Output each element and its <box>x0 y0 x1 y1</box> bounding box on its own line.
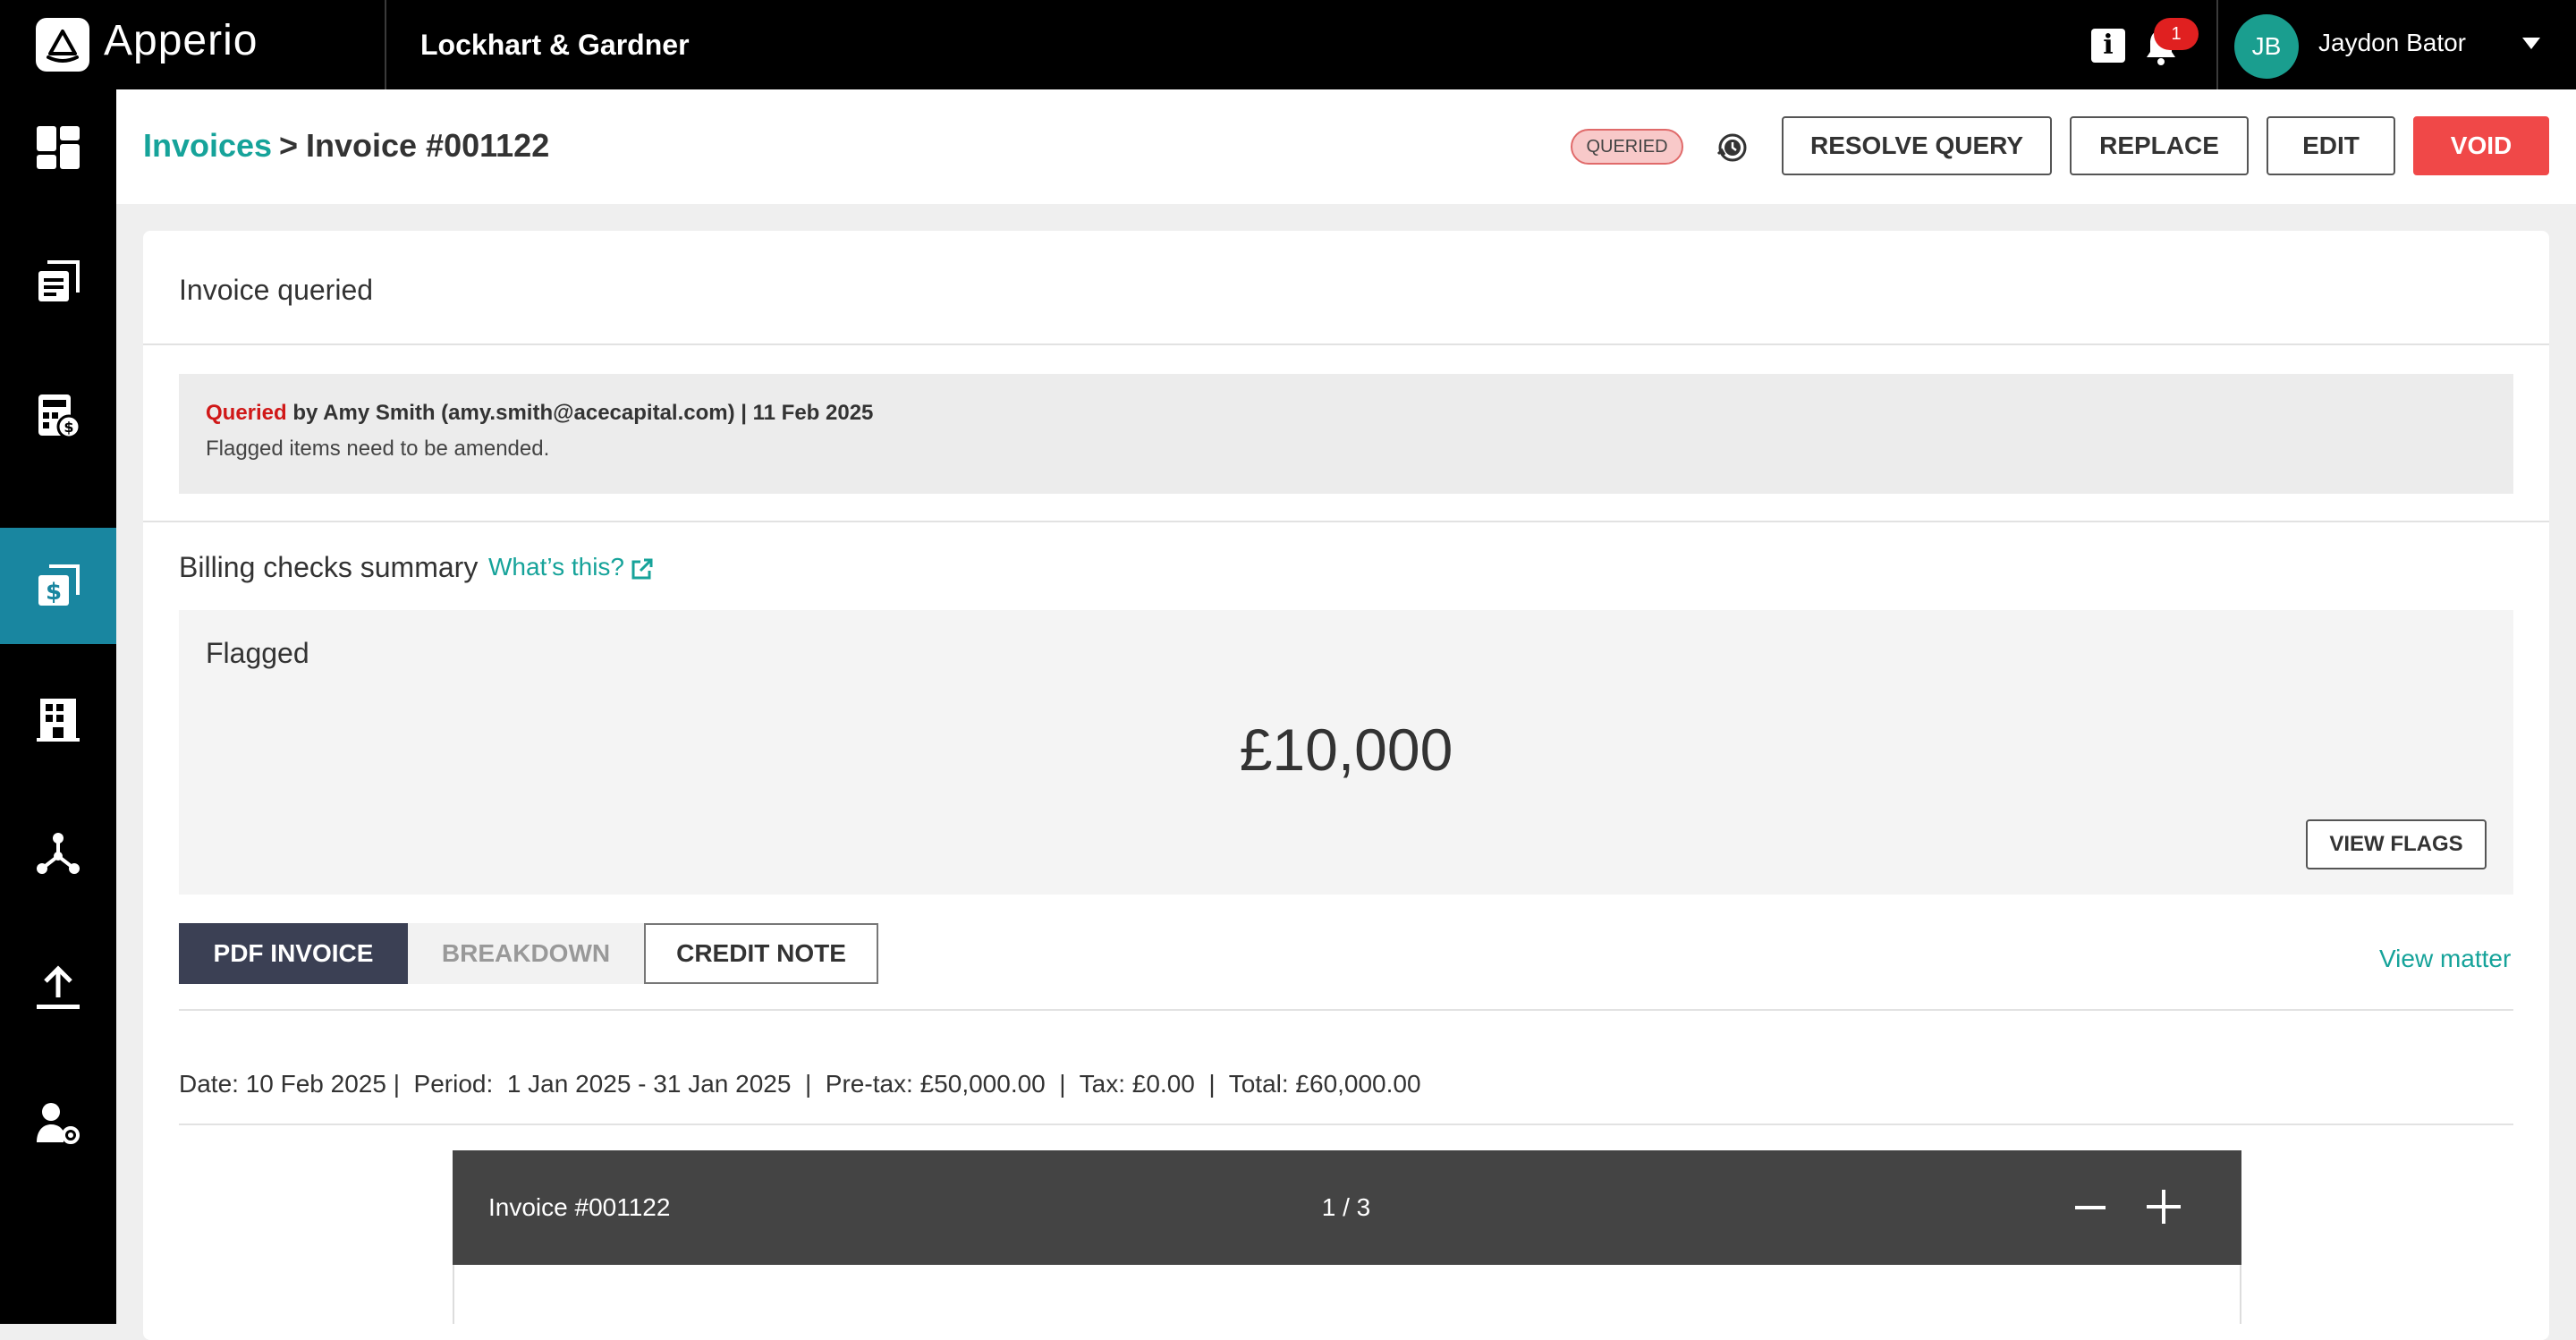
divider <box>179 1124 2513 1125</box>
apperio-logo-icon[interactable] <box>36 18 89 72</box>
invoices-icon: $ <box>38 564 80 606</box>
svg-text:$: $ <box>64 419 73 436</box>
external-link-icon[interactable] <box>630 556 655 581</box>
query-author: by Amy Smith (amy.smith@acecapital.com) … <box>286 401 874 425</box>
pdf-page <box>453 1265 2241 1324</box>
page-title: Invoice #001122 <box>306 127 550 164</box>
avatar[interactable]: JB <box>2234 14 2299 79</box>
flagged-label: Flagged <box>206 637 309 669</box>
billing-checks-title: Billing checks summary <box>179 551 479 583</box>
topbar-divider <box>385 0 386 89</box>
divider <box>143 521 2549 522</box>
sidebar-item-network[interactable] <box>0 796 116 912</box>
sidebar-item-firms[interactable] <box>0 662 116 778</box>
tab-pdf-invoice[interactable]: PDF INVOICE <box>179 923 408 984</box>
sidebar-item-invoices[interactable]: $ <box>0 528 116 644</box>
sidebar-item-settings[interactable] <box>0 1064 116 1181</box>
user-name[interactable]: Jaydon Bator <box>2318 29 2466 57</box>
query-message-box <box>179 374 2513 494</box>
sidebar-item-upload[interactable] <box>0 930 116 1047</box>
app-name: Apperio <box>104 17 258 64</box>
query-status-word: Queried <box>206 401 287 425</box>
status-badge: QUERIED <box>1571 129 1683 165</box>
documents-icon <box>38 260 80 301</box>
query-byline: Queried by Amy Smith (amy.smith@acecapit… <box>206 401 873 426</box>
divider <box>179 1009 2513 1011</box>
user-settings-icon <box>37 1103 80 1144</box>
sidebar: $ $ <box>0 89 116 1324</box>
history-icon[interactable] <box>1716 131 1750 165</box>
view-flags-button[interactable]: VIEW FLAGS <box>2306 819 2487 869</box>
building-icon <box>37 699 80 742</box>
resolve-query-button[interactable]: RESOLVE QUERY <box>1782 116 2052 175</box>
sidebar-item-documents[interactable] <box>0 224 116 340</box>
notification-count-badge[interactable]: 1 <box>2154 18 2199 50</box>
sidebar-item-budget[interactable]: $ <box>0 358 116 474</box>
tab-credit-note[interactable]: CREDIT NOTE <box>644 923 878 984</box>
tab-breakdown[interactable]: BREAKDOWN <box>408 923 644 984</box>
chevron-down-icon[interactable] <box>2522 38 2540 49</box>
zoom-in-icon[interactable] <box>2147 1190 2181 1224</box>
sidebar-item-dashboard[interactable] <box>0 89 116 206</box>
invoice-meta: Date: 10 Feb 2025 | Period: 1 Jan 2025 -… <box>179 1070 1421 1098</box>
view-matter-link[interactable]: View matter <box>2379 945 2511 973</box>
topbar-divider <box>2216 0 2218 89</box>
pdf-title: Invoice #001122 <box>488 1193 671 1221</box>
divider <box>143 343 2549 345</box>
svg-text:$: $ <box>46 579 62 606</box>
info-icon[interactable]: i <box>2091 29 2125 63</box>
dashboard-icon <box>37 126 80 169</box>
query-message: Flagged items need to be amended. <box>206 437 550 461</box>
void-button[interactable]: VOID <box>2413 116 2549 175</box>
breadcrumb-invoices-link[interactable]: Invoices <box>143 127 272 165</box>
pdf-page-indicator: 1 / 3 <box>1321 1193 1371 1221</box>
card-title: Invoice queried <box>179 274 374 306</box>
network-icon <box>37 833 80 874</box>
upload-icon <box>37 965 80 1009</box>
whats-this-link[interactable]: What’s this? <box>488 553 624 581</box>
organization-name: Lockhart & Gardner <box>420 29 690 61</box>
zoom-out-icon[interactable] <box>2075 1206 2106 1209</box>
calculator-dollar-icon: $ <box>38 394 81 439</box>
replace-button[interactable]: REPLACE <box>2070 116 2249 175</box>
flagged-amount: £10,000 <box>1239 717 1453 783</box>
breadcrumb-separator: > <box>279 127 299 164</box>
edit-button[interactable]: EDIT <box>2267 116 2395 175</box>
